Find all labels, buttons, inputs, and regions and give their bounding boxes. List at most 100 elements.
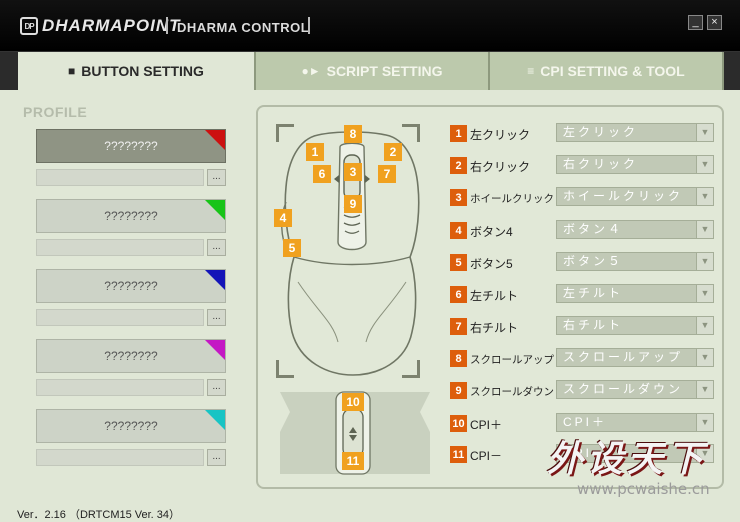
profile-slot: ???????? ...	[36, 409, 226, 466]
button-label: スクロールアップ	[470, 354, 554, 366]
button-function-select[interactable]: 左クリック ▼	[556, 123, 714, 142]
profile-color-marker	[205, 200, 225, 220]
profile-more-button[interactable]: ...	[207, 169, 226, 186]
tab-bar: ■ BUTTON SETTING ●► SCRIPT SETTING ≡ CPI…	[0, 52, 740, 90]
select-value: 左クリック	[563, 125, 639, 139]
mouse-tag-6[interactable]: 6	[313, 165, 331, 183]
button-label: スクロールダウン	[470, 386, 554, 398]
button-number-badge: 7	[450, 318, 467, 335]
profile-more-button[interactable]: ...	[207, 379, 226, 396]
profile-heading: PROFILE	[23, 104, 88, 120]
profile-button[interactable]: ????????	[36, 129, 226, 163]
button-row-5: 5 ボタン5 ボタン５ ▼	[450, 252, 720, 274]
select-value: CPI＋	[563, 415, 608, 429]
profile-button[interactable]: ????????	[36, 409, 226, 443]
mouse-tag-11[interactable]: 11	[342, 452, 364, 470]
profile-more-button[interactable]: ...	[207, 309, 226, 326]
profile-color-marker	[205, 270, 225, 290]
mouse-tag-7[interactable]: 7	[378, 165, 396, 183]
button-row-2: 2 右クリック 右クリック ▼	[450, 155, 720, 177]
profile-name-field[interactable]	[36, 309, 204, 326]
button-label: 右チルト	[470, 321, 519, 335]
brand-mark: DP	[20, 17, 38, 35]
chevron-down-icon: ▼	[696, 124, 713, 141]
button-function-select[interactable]: 右クリック ▼	[556, 155, 714, 174]
button-function-select[interactable]: 左チルト ▼	[556, 284, 714, 303]
button-number-badge: 8	[450, 350, 467, 367]
chevron-down-icon: ▼	[696, 381, 713, 398]
button-number-badge: 11	[450, 446, 467, 463]
mouse-tag-1[interactable]: 1	[306, 143, 324, 161]
profile-name-field[interactable]	[36, 169, 204, 186]
profile-name: ????????	[104, 419, 158, 433]
tab-button-setting[interactable]: ■ BUTTON SETTING	[18, 52, 256, 90]
button-row-3: 3 ホイールクリック ホイールクリック ▼	[450, 187, 720, 209]
profile-color-marker	[205, 130, 225, 150]
select-value: 右クリック	[563, 157, 639, 171]
tab-label: BUTTON SETTING	[81, 63, 204, 79]
tab-script-setting[interactable]: ●► SCRIPT SETTING	[256, 52, 490, 90]
button-label: 右クリック	[470, 160, 531, 174]
watermark-url: www.pcwaishe.cn	[577, 480, 710, 498]
select-value: ボタン４	[563, 222, 624, 236]
chevron-down-icon: ▼	[696, 188, 713, 205]
mouse-tag-5[interactable]: 5	[283, 239, 301, 257]
button-function-select[interactable]: スクロールアップ ▼	[556, 348, 714, 367]
profile-more-button[interactable]: ...	[207, 449, 226, 466]
watermark-text: 外设天下	[547, 438, 708, 479]
profile-name: ????????	[104, 349, 158, 363]
button-function-select[interactable]: ホイールクリック ▼	[556, 187, 714, 206]
button-label: CPI＋	[470, 418, 503, 432]
mouse-tag-3[interactable]: 3	[344, 163, 362, 181]
button-row-9: 9 スクロールダウン スクロールダウン ▼	[450, 380, 720, 402]
status-bar: Ver．2.16 （DRTCM15 Ver. 34）	[0, 504, 740, 522]
brand-name: DHARMAPOINT	[42, 16, 181, 35]
dharmapoint-logo: DP DHARMAPOINT	[20, 16, 181, 36]
profile-name-field[interactable]	[36, 449, 204, 466]
button-row-6: 6 左チルト 左チルト ▼	[450, 284, 720, 306]
version-label: Ver．2.16 （DRTCM15 Ver. 34）	[17, 509, 181, 521]
profile-name-field[interactable]	[36, 239, 204, 256]
chevron-down-icon: ▼	[696, 221, 713, 238]
button-label: 左クリック	[470, 128, 531, 142]
button-label: ボタン4	[470, 225, 513, 239]
button-function-select[interactable]: スクロールダウン ▼	[556, 380, 714, 399]
button-number-badge: 10	[450, 415, 467, 432]
button-row-8: 8 スクロールアップ スクロールアップ ▼	[450, 348, 720, 370]
chevron-down-icon: ▼	[696, 349, 713, 366]
profile-name: ????????	[104, 279, 158, 293]
tab-label: CPI SETTING & TOOL	[540, 63, 685, 79]
button-number-badge: 2	[450, 157, 467, 174]
chevron-down-icon: ▼	[696, 414, 713, 431]
tab-cpi-setting[interactable]: ≡ CPI SETTING & TOOL	[490, 52, 724, 90]
button-function-select[interactable]: 右チルト ▼	[556, 316, 714, 335]
button-number-badge: 1	[450, 125, 467, 142]
button-number-badge: 6	[450, 286, 467, 303]
profile-button[interactable]: ????????	[36, 339, 226, 373]
app-title: DHARMA CONTROL	[177, 20, 310, 35]
site-watermark: 外设天下 www.pcwaishe.cn	[547, 430, 710, 498]
profile-color-marker	[205, 340, 225, 360]
mouse-tag-4[interactable]: 4	[274, 209, 292, 227]
button-function-select[interactable]: ボタン４ ▼	[556, 220, 714, 239]
script-setting-icon: ●►	[301, 64, 321, 78]
title-bar: DP DHARMAPOINT DHARMA CONTROL _ ×	[0, 0, 740, 52]
button-label: ホイールクリック	[470, 193, 554, 205]
profile-more-button[interactable]: ...	[207, 239, 226, 256]
button-function-select[interactable]: ボタン５ ▼	[556, 252, 714, 271]
close-button[interactable]: ×	[707, 15, 722, 30]
button-number-badge: 9	[450, 382, 467, 399]
profile-name-field[interactable]	[36, 379, 204, 396]
button-setting-icon: ■	[68, 64, 76, 78]
mouse-tag-10[interactable]: 10	[342, 393, 364, 411]
mouse-tag-9[interactable]: 9	[344, 195, 362, 213]
profile-button[interactable]: ????????	[36, 269, 226, 303]
mouse-tag-2[interactable]: 2	[384, 143, 402, 161]
select-value: ボタン５	[563, 254, 624, 268]
minimize-button[interactable]: _	[688, 15, 703, 30]
mouse-tag-8[interactable]: 8	[344, 125, 362, 143]
select-value: 右チルト	[563, 318, 624, 332]
button-row-7: 7 右チルト 右チルト ▼	[450, 316, 720, 338]
profile-button[interactable]: ????????	[36, 199, 226, 233]
chevron-down-icon: ▼	[696, 317, 713, 334]
